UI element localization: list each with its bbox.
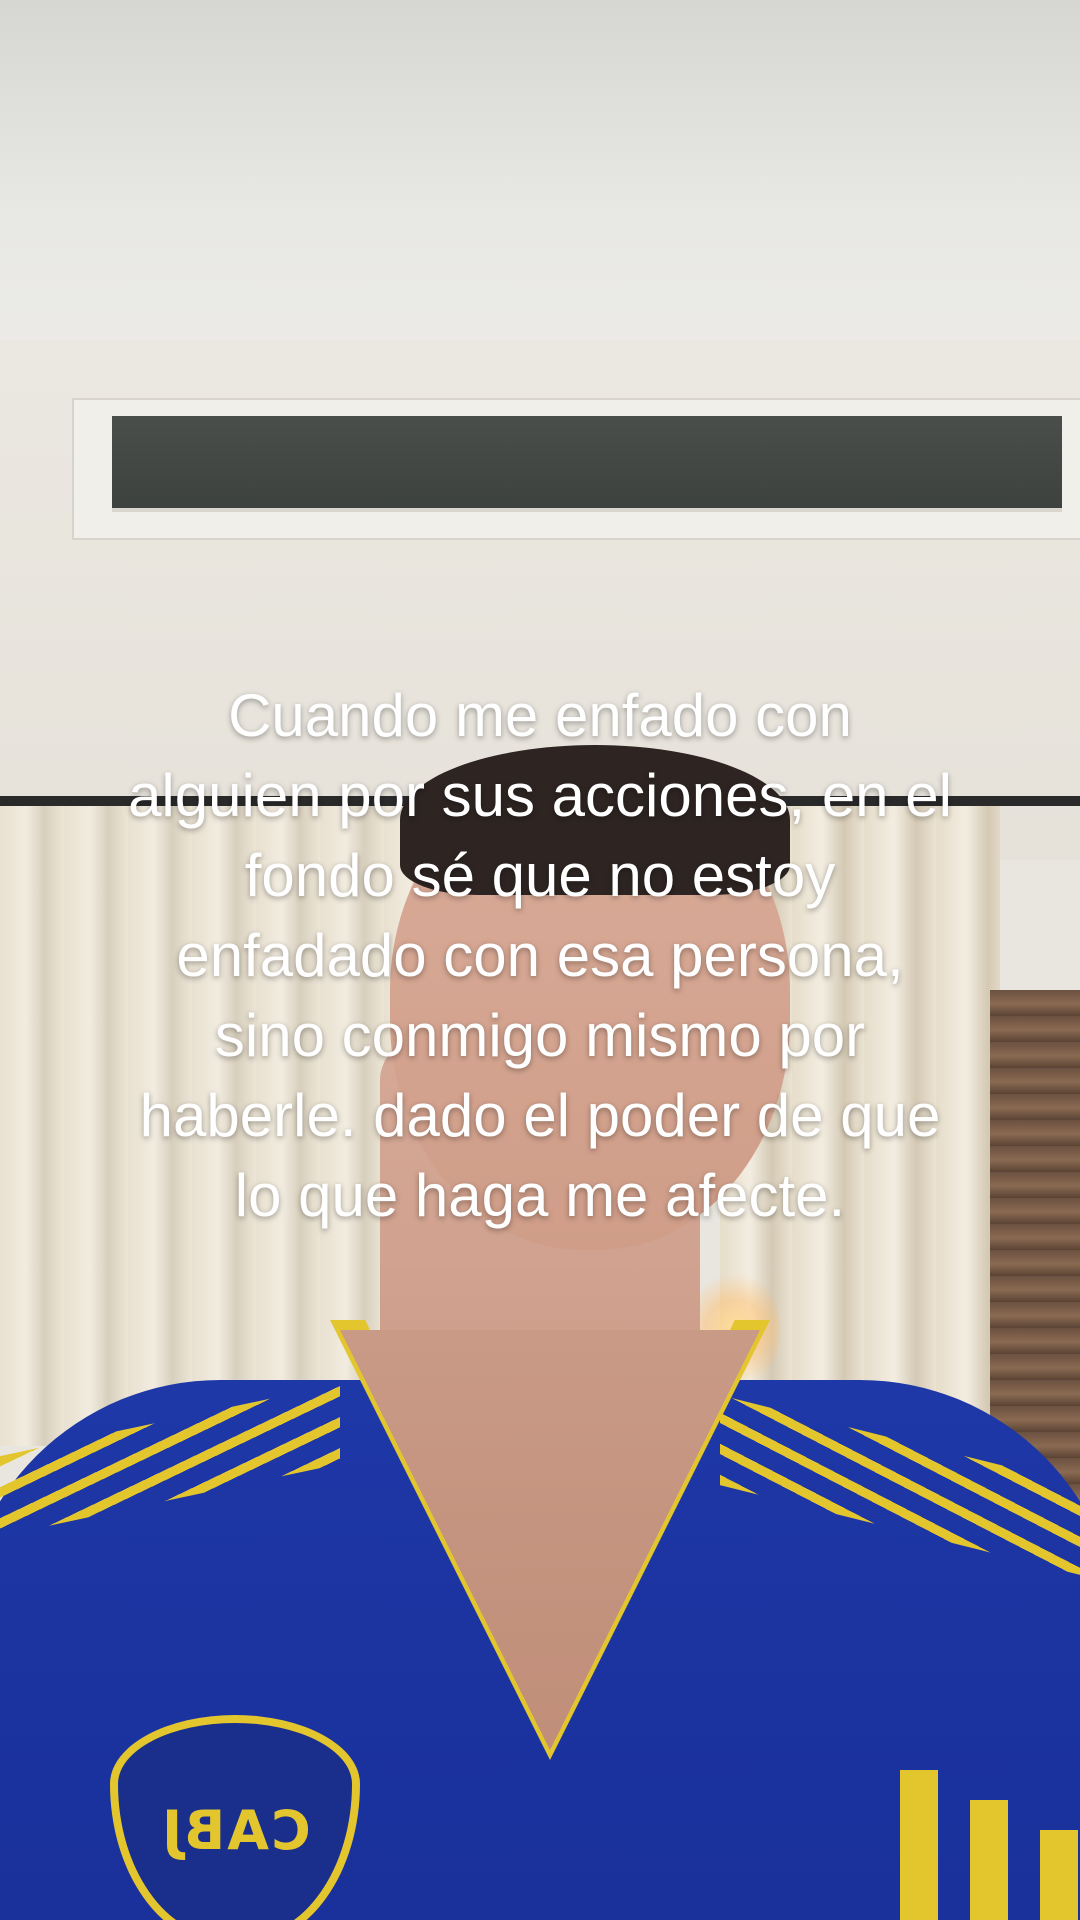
caption-line: haberle. dado el poder de que (139, 1082, 941, 1149)
caption-line: Cuando me enfado con (228, 682, 852, 749)
crest-letters: CABJ (159, 1798, 311, 1862)
caption-line: alguien por sus acciones, en el (128, 762, 952, 829)
ceiling (0, 0, 1080, 360)
video-frame: CABJ Cuando me enfado con alguien por su… (0, 0, 1080, 1920)
window-glass (112, 416, 1062, 512)
brand-logo-icon (900, 1760, 1080, 1920)
caption-line: enfadado con esa persona, (176, 922, 904, 989)
caption-line: sino conmigo mismo por (214, 1002, 866, 1069)
club-crest: CABJ (110, 1715, 360, 1920)
caption-line: fondo sé que no estoy (244, 842, 836, 909)
caption-overlay: Cuando me enfado con alguien por sus acc… (60, 676, 1020, 1236)
caption-line: lo que haga me afecte. (234, 1162, 846, 1229)
